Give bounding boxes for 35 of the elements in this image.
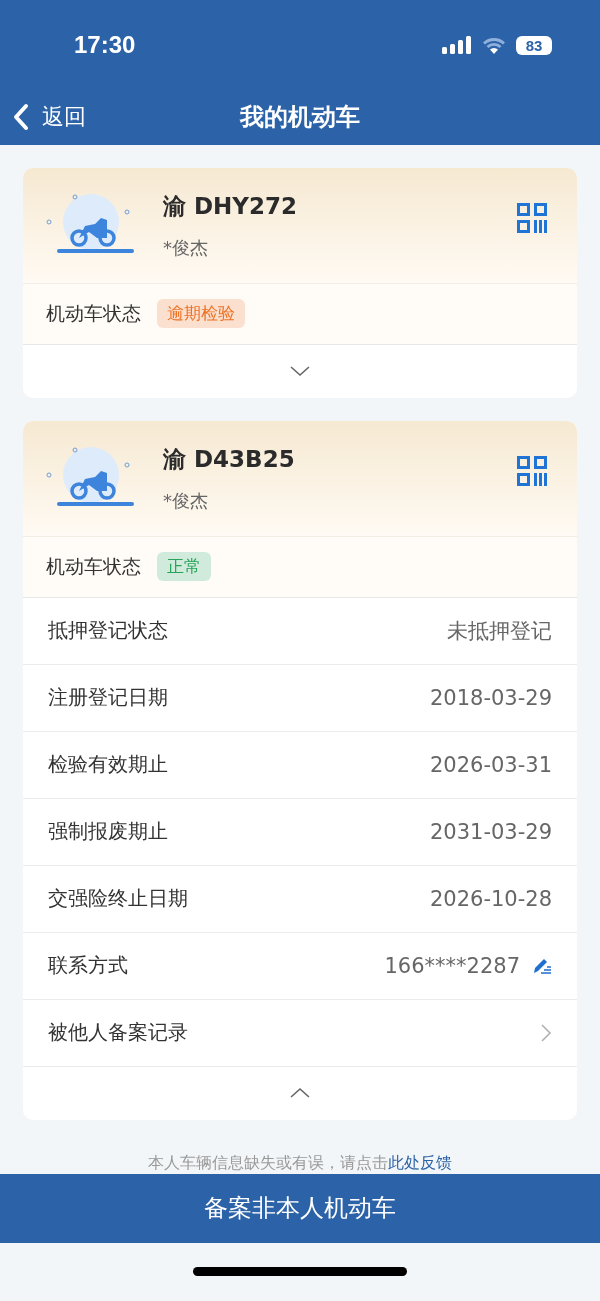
detail-label: 联系方式	[48, 952, 128, 980]
qr-code-icon[interactable]	[517, 455, 547, 486]
owner-name: *俊杰	[163, 488, 209, 513]
back-button[interactable]: 返回	[12, 102, 86, 133]
signal-icon	[442, 36, 472, 54]
wifi-icon	[482, 36, 506, 54]
plate-number: 渝 DHY272	[163, 191, 298, 221]
detail-value: 未抵押登记	[447, 617, 552, 645]
feedback-link[interactable]: 此处反馈	[388, 1152, 452, 1172]
battery-icon: 83	[516, 35, 552, 55]
detail-label: 被他人备案记录	[48, 1019, 188, 1047]
detail-label: 强制报废期止	[48, 818, 168, 846]
detail-label: 注册登记日期	[48, 684, 168, 712]
expand-icon[interactable]	[289, 365, 311, 378]
status-time: 17:30	[74, 31, 136, 59]
detail-value: 2018-03-29	[429, 685, 552, 710]
qr-code-icon[interactable]	[517, 202, 547, 233]
detail-value: 2026-10-28	[429, 886, 552, 911]
detail-value: 2026-03-31	[429, 752, 552, 777]
collapse-icon[interactable]	[289, 1087, 311, 1100]
detail-value: 2031-03-29	[429, 819, 552, 844]
register-vehicle-button[interactable]: 备案非本人机动车	[0, 1173, 600, 1243]
feedback-notice: 本人车辆信息缺失或有误，请点击此处反馈	[147, 1152, 453, 1174]
status-label: 机动车状态	[46, 300, 141, 326]
detail-label: 检验有效期止	[48, 751, 168, 779]
plate-number: 渝 D43B25	[163, 444, 296, 474]
phone-number: 166****2287	[384, 953, 520, 978]
detail-label: 抵押登记状态	[48, 617, 168, 645]
page-title: 我的机动车	[240, 102, 360, 134]
status-label: 机动车状态	[46, 553, 141, 579]
status-tag: 逾期检验	[157, 299, 245, 329]
detail-label: 交强险终止日期	[48, 885, 188, 913]
status-tag: 正常	[157, 552, 211, 582]
back-icon	[12, 103, 30, 132]
owner-name: *俊杰	[163, 235, 209, 260]
